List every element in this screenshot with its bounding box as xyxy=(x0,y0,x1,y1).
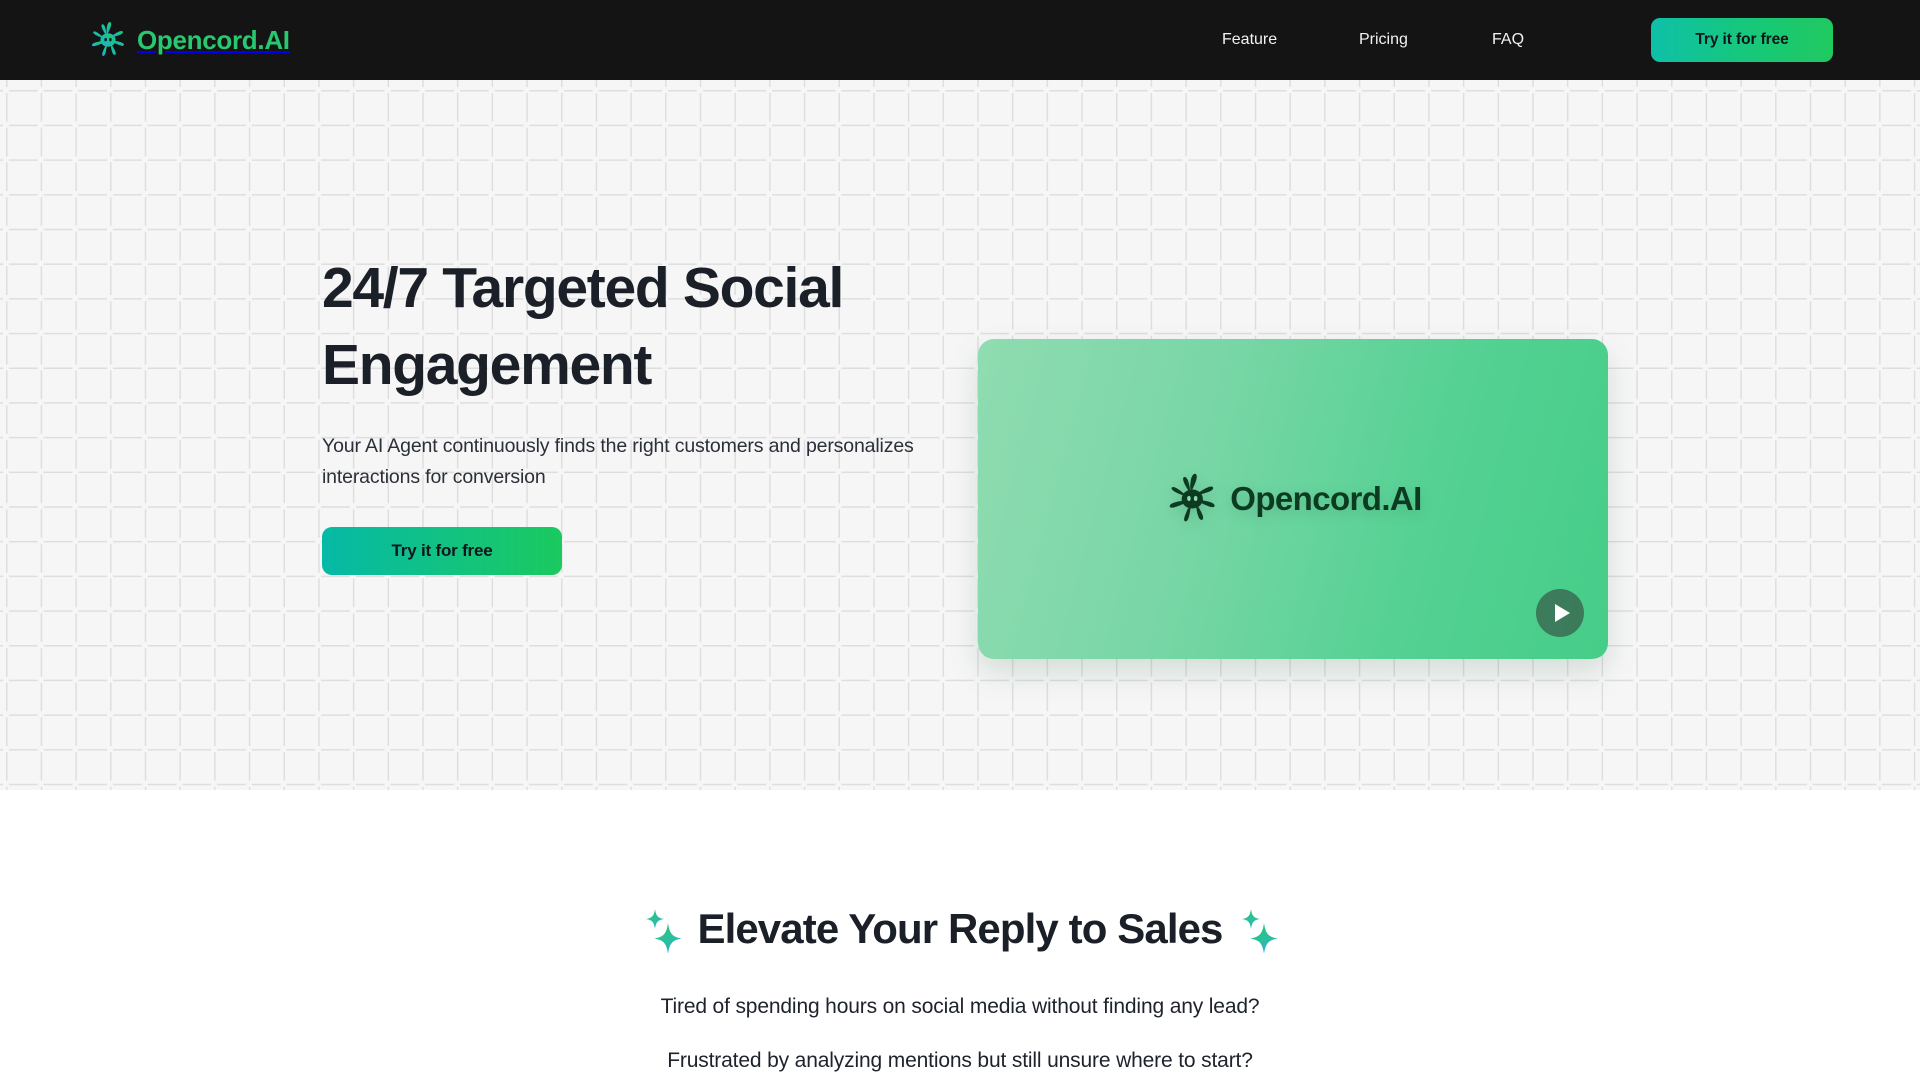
card-brand-lockup: Opencord.AI xyxy=(1164,471,1422,527)
elevate-section: Elevate Your Reply to Sales Tired of spe… xyxy=(0,790,1920,1080)
section-heading-text: Elevate Your Reply to Sales xyxy=(697,905,1223,952)
hero-copy: 24/7 Targeted Social Engagement Your AI … xyxy=(322,250,962,575)
main-nav: Feature Pricing FAQ xyxy=(1222,0,1552,80)
nav-item-pricing[interactable]: Pricing xyxy=(1359,23,1492,57)
sparkles-icon xyxy=(646,909,683,953)
site-header: Opencord.AI Feature Pricing FAQ Try it f… xyxy=(0,0,1920,80)
opencord-swirl-icon xyxy=(91,21,124,56)
hero-try-free-button[interactable]: Try it for free xyxy=(322,527,562,575)
nav-item-faq[interactable]: FAQ xyxy=(1492,23,1552,57)
play-triangle xyxy=(1554,604,1570,622)
opencord-swirl-icon xyxy=(1169,473,1215,522)
section-line-1: Tired of spending hours on social media … xyxy=(660,995,1260,1018)
nav-item-feature[interactable]: Feature xyxy=(1222,23,1359,57)
hero-title: 24/7 Targeted Social Engagement xyxy=(322,256,844,397)
header-try-free-button[interactable]: Try it for free xyxy=(1651,18,1833,62)
hero-video-card[interactable]: Opencord.AI xyxy=(978,339,1608,659)
section-line-2: Frustrated by analyzing mentions but sti… xyxy=(667,1049,1253,1072)
hero-subtitle: Your AI Agent continuously finds the rig… xyxy=(322,435,914,488)
hero-section: 24/7 Targeted Social Engagement Your AI … xyxy=(0,80,1920,790)
play-icon[interactable] xyxy=(1536,589,1584,637)
section-heading: Elevate Your Reply to Sales xyxy=(0,790,1920,953)
brand-logo-link[interactable]: Opencord.AI xyxy=(88,20,290,60)
card-brand-name: Opencord.AI xyxy=(1230,480,1422,517)
brand-name: Opencord.AI xyxy=(137,24,290,55)
sparkles-icon xyxy=(1241,909,1278,953)
